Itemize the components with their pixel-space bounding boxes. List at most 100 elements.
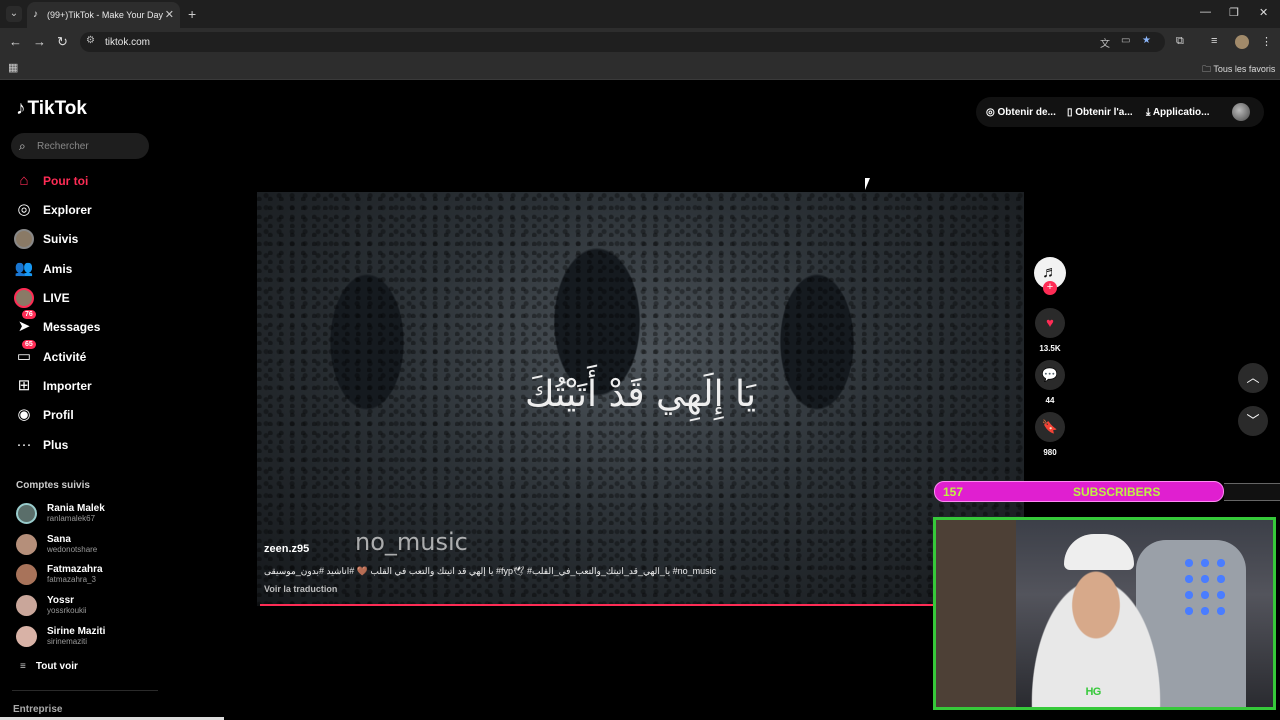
video-caption: يا إلهي قد اتيتك والتعب في القلب 🤎 #اناش… (264, 566, 717, 576)
next-video-button[interactable]: ﹀ (1238, 406, 1268, 436)
like-button[interactable]: ♥ 13.5K (1034, 308, 1066, 353)
get-app-button[interactable]: ▯ Obtenir l'a... (1067, 107, 1133, 118)
video-author[interactable]: zeen.z95 (264, 543, 309, 555)
nav-live[interactable]: LIVE (14, 286, 154, 310)
search-icon: ⌕ (19, 139, 26, 153)
close-tab-icon[interactable]: ✕ (165, 8, 174, 21)
user-avatar[interactable] (1232, 103, 1250, 121)
upload-icon: ⊞ (17, 377, 31, 394)
browser-toolbar: ← → ↻ ⚙ tiktok.com 文 ▭ ★ ⧉ ≡ ⋮ (0, 28, 1280, 56)
nav-label: Pour toi (43, 174, 89, 188)
divider (12, 690, 158, 691)
get-app-label: Obtenir l'a... (1075, 107, 1133, 118)
media-control-icon[interactable]: ≡ (1211, 35, 1217, 47)
account-name: Fatmazahra (47, 564, 103, 575)
subscriber-goal-track (1224, 483, 1280, 501)
tiktok-favicon-icon: ♪ (33, 9, 38, 20)
avatar (16, 595, 37, 616)
close-window-button[interactable]: ✕ (1259, 6, 1268, 19)
see-all-button[interactable]: ≡ Tout voir (20, 661, 78, 672)
get-coins-button[interactable]: ◎ Obtenir de... (986, 107, 1056, 118)
account-name: Sirine Maziti (47, 626, 106, 637)
nav-activity[interactable]: ▭ 65 Activité (14, 340, 154, 369)
address-bar[interactable]: ⚙ tiktok.com 文 ▭ ★ (80, 32, 1165, 52)
browser-profile-avatar[interactable] (1235, 35, 1249, 49)
account-name: Sana (47, 534, 71, 545)
back-button[interactable]: ← (9, 34, 22, 49)
webcam-wall (936, 520, 1016, 707)
video-progress-fill (260, 604, 934, 606)
restore-button[interactable]: ❐ (1229, 6, 1239, 19)
browser-tab-bar: ⌄ ♪ (99+)TikTok - Make Your Day ✕ + — ❐ … (0, 0, 1280, 28)
menu-icon[interactable]: ⋮ (1261, 35, 1272, 48)
avatar (16, 626, 37, 647)
avatar (16, 564, 37, 585)
nav-following[interactable]: Suivis (14, 227, 154, 251)
previous-video-button[interactable]: ︿ (1238, 363, 1268, 393)
nav-friends[interactable]: 👥 Amis (14, 257, 154, 281)
video-watermark: no_music (355, 528, 468, 556)
nav-label: Messages (43, 320, 101, 334)
nav-messages[interactable]: ➤ 76 Messages (14, 310, 154, 339)
search-box[interactable]: ⌕ (11, 133, 149, 159)
see-translation-link[interactable]: Voir la traduction (264, 584, 337, 594)
browser-tab[interactable]: ♪ (99+)TikTok - Make Your Day ✕ (27, 2, 180, 28)
nav-for-you[interactable]: ⌂ Pour toi (14, 169, 154, 193)
live-icon (14, 288, 34, 308)
account-handle: fatmazahra_3 (47, 575, 96, 584)
home-icon: ⌂ (19, 172, 29, 189)
get-coins-label: Obtenir de... (997, 107, 1056, 118)
translate-icon[interactable]: 文 (1100, 35, 1110, 50)
followed-account[interactable]: Sana wedonotshare (16, 534, 166, 558)
logo-text: TikTok (27, 98, 87, 119)
nav-upload[interactable]: ⊞ Importer (14, 374, 154, 398)
forward-button[interactable]: → (33, 34, 46, 49)
save-button[interactable]: 🔖 980 (1034, 412, 1066, 457)
all-bookmarks-folder[interactable]: 🗀 Tous les favoris (1202, 62, 1275, 78)
bookmark-star-icon[interactable]: ★ (1142, 35, 1151, 46)
followed-account[interactable]: Sirine Maziti sirinemaziti (16, 626, 166, 650)
messages-badge: 76 (22, 310, 36, 319)
nav-profile[interactable]: ◉ Profil (14, 403, 154, 427)
nav-more[interactable]: ··· Plus (14, 433, 154, 457)
footer-entreprise[interactable]: Entreprise (13, 704, 62, 715)
account-handle: sirinemaziti (47, 637, 88, 646)
nav-label: Activité (43, 350, 87, 364)
streamer-logo: ᴴᴳ (1086, 686, 1101, 703)
nav-label: LIVE (43, 291, 70, 305)
url-text: tiktok.com (105, 37, 151, 48)
site-info-icon[interactable]: ⚙ (86, 35, 95, 46)
subscriber-count: 157 (943, 485, 964, 499)
profile-icon: ◉ (17, 406, 31, 423)
video-player[interactable]: يَا إِلَهِي قَدْ أَتَيْتُكَ no_music zee… (257, 192, 1024, 606)
followed-account[interactable]: Rania Malek ranlamalek67 (16, 503, 166, 527)
send-icon: ➤ (17, 318, 31, 335)
desktop-app-button[interactable]: ⤓ Applicatio... (1146, 107, 1210, 118)
chevron-down-icon: ﹀ (1246, 413, 1260, 428)
minimize-button[interactable]: — (1200, 6, 1211, 18)
nav-explore[interactable]: ◎ Explorer (14, 198, 154, 222)
avatar (16, 503, 37, 524)
tab-search-button[interactable]: ⌄ (6, 6, 22, 22)
follow-plus-icon[interactable]: + (1043, 281, 1057, 295)
bookmark-icon: 🔖 (1035, 412, 1065, 442)
video-progress-bar[interactable] (260, 604, 1025, 606)
cast-icon[interactable]: ▭ (1121, 35, 1130, 46)
tiktok-logo[interactable]: ♪ TikTok (16, 98, 87, 120)
all-bookmarks-label: Tous les favoris (1213, 64, 1276, 74)
search-input[interactable] (35, 137, 143, 155)
extensions-icon[interactable]: ⧉ (1176, 35, 1184, 48)
apps-grid-icon[interactable]: ▦ (8, 61, 18, 74)
subscriber-label: SUBSCRIBERS (1073, 485, 1161, 499)
reload-button[interactable]: ↻ (57, 34, 68, 50)
chevron-up-icon: ︿ (1246, 370, 1260, 385)
followed-account[interactable]: Yossr yossrkoukii (16, 595, 166, 619)
activity-badge: 65 (22, 340, 36, 349)
new-tab-button[interactable]: + (188, 6, 196, 22)
account-name: Rania Malek (47, 503, 105, 514)
webcam-cap (1064, 534, 1134, 570)
avatar-icon (14, 229, 34, 249)
followed-account[interactable]: Fatmazahra fatmazahra_3 (16, 564, 166, 588)
tiktok-note-icon: ♪ (16, 98, 26, 119)
comment-button[interactable]: 💬 44 (1034, 360, 1066, 405)
